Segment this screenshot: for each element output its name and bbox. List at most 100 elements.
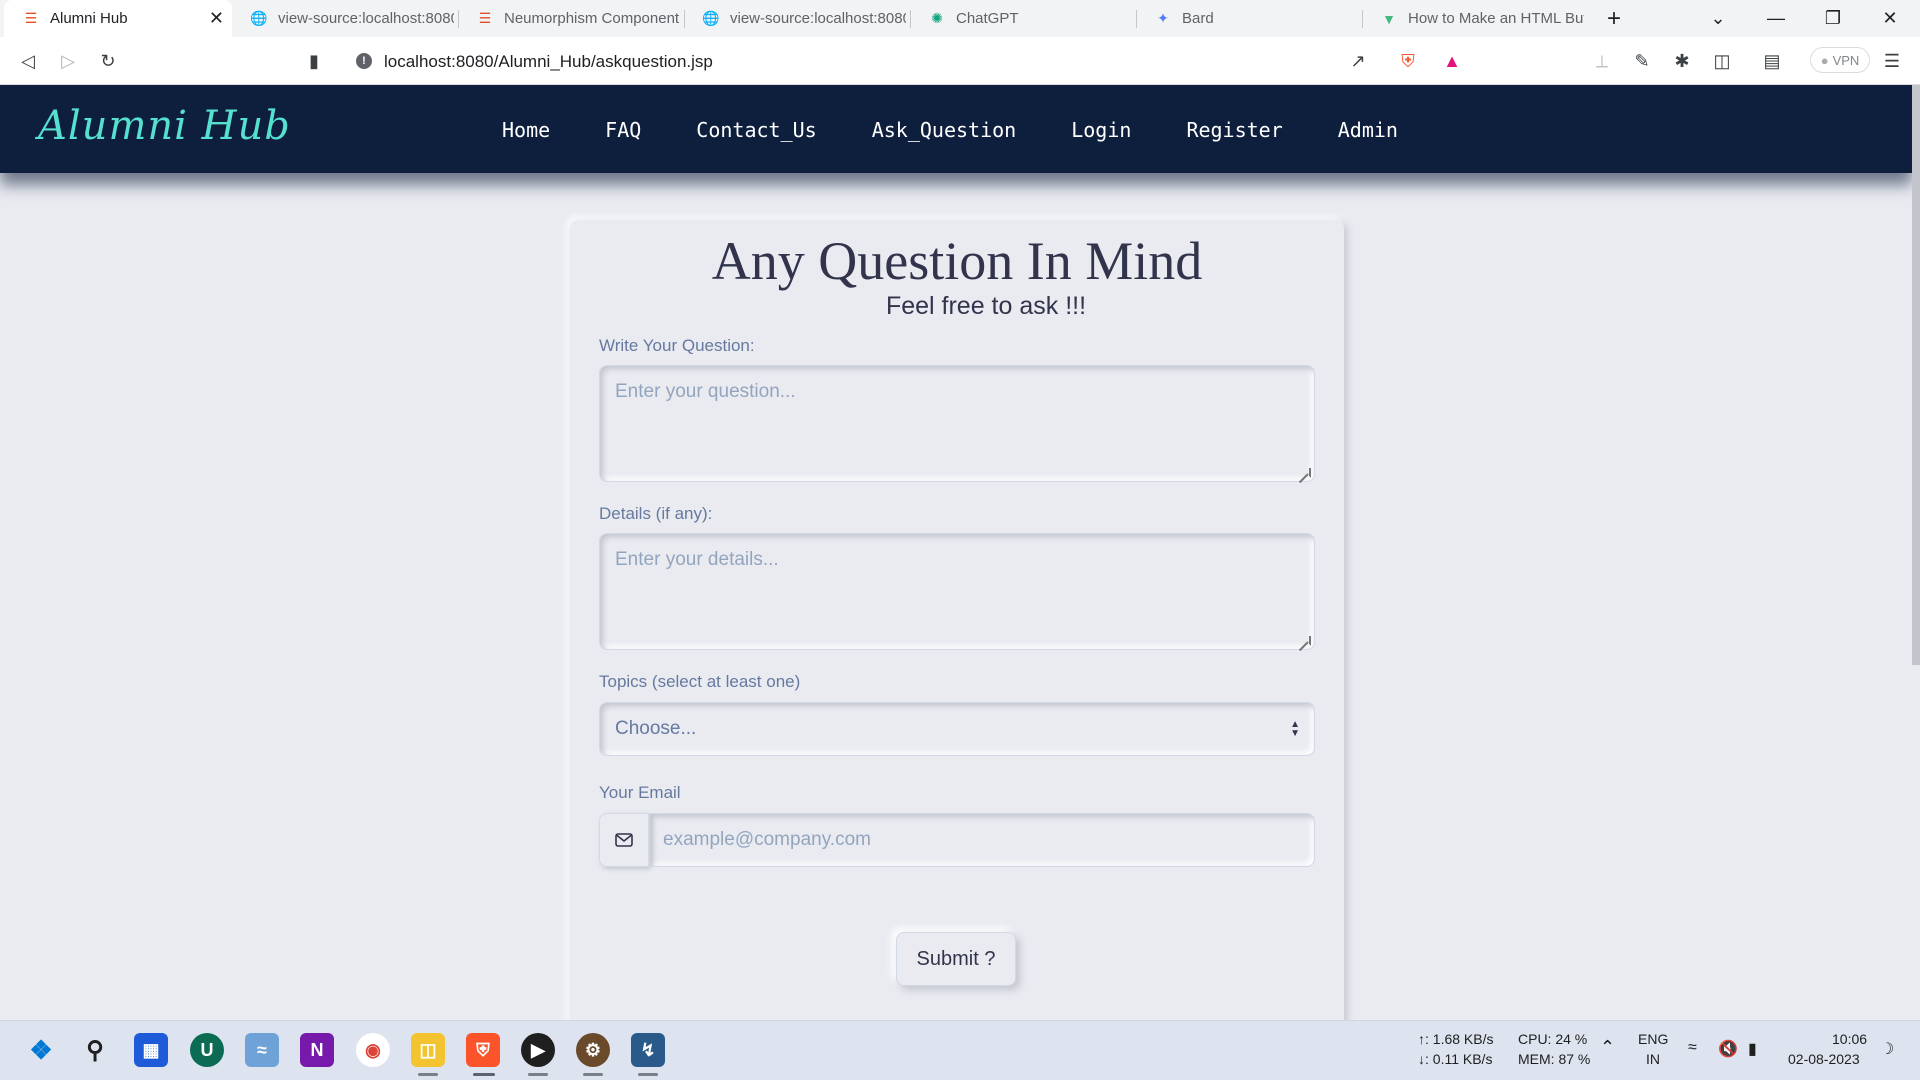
running-indicator [528, 1073, 548, 1076]
active-indicator [473, 1073, 495, 1076]
resize-handle-icon[interactable] [1301, 468, 1311, 478]
tab-alumni-hub[interactable]: ☰ Alumni Hub ✕ [4, 0, 232, 37]
resize-handle-icon[interactable] [1301, 636, 1311, 646]
extensions-icon[interactable]: ✱ [1670, 49, 1694, 73]
chrome-icon[interactable]: ◉ [356, 1033, 390, 1067]
question-textarea[interactable]: Enter your question... [599, 365, 1315, 482]
bookmark-icon[interactable]: ▮ [302, 49, 326, 73]
address-bar[interactable]: ! localhost:8080/Alumni_Hub/askquestion.… [342, 43, 1476, 79]
clock-time[interactable]: 10:06 [1832, 1031, 1867, 1047]
brave-shields-icon[interactable]: ⛨ [1396, 49, 1420, 73]
vpn-label: VPN [1832, 52, 1860, 68]
tab-chatgpt[interactable]: ✺ ChatGPT [910, 0, 1136, 37]
globe-icon: 🌐 [250, 10, 268, 26]
tray-chevron-up-icon[interactable]: ⌃ [1600, 1037, 1615, 1058]
search-icon[interactable]: ⚲ [78, 1033, 112, 1067]
nav-links: Home FAQ Contact_Us Ask_Question Login R… [502, 118, 1453, 142]
microsoft-store-icon[interactable]: ▦ [134, 1033, 168, 1067]
cpu-usage: CPU: 24 % [1518, 1031, 1588, 1047]
ask-question-card: Any Question In Mind Feel free to ask !!… [570, 220, 1344, 1020]
region-indicator[interactable]: IN [1646, 1051, 1660, 1067]
page-viewport: Alumni Hub Home FAQ Contact_Us Ask_Quest… [0, 85, 1920, 1020]
nav-contact-us[interactable]: Contact_Us [696, 118, 816, 142]
reload-icon[interactable]: ↻ [96, 49, 120, 73]
email-label: Your Email [599, 783, 681, 802]
details-textarea[interactable]: Enter your details... [599, 533, 1315, 650]
focus-moon-icon[interactable]: ☽ [1880, 1039, 1894, 1059]
onenote-icon[interactable]: N [300, 1033, 334, 1067]
battery-icon[interactable]: ▮ [1748, 1039, 1757, 1059]
topics-selected-value: Choose... [615, 718, 697, 739]
volume-muted-icon[interactable]: 🔇 [1718, 1039, 1738, 1059]
windows-taskbar: ❖ ⚲ ▦ U ≈ N ◉ ◫ ⛨ ▶ ⚙ ↯ ↑: 1.68 KB/s ↓: … [0, 1020, 1920, 1080]
email-placeholder: example@company.com [663, 829, 871, 850]
media-player-icon[interactable]: ▶ [521, 1033, 555, 1067]
back-icon[interactable]: ◁ [16, 49, 40, 73]
tab-bard[interactable]: ✦ Bard [1136, 0, 1362, 37]
upwork-icon[interactable]: U [190, 1033, 224, 1067]
details-label: Details (if any): [599, 504, 713, 523]
nav-ask-question[interactable]: Ask_Question [872, 118, 1017, 142]
memory-usage: MEM: 87 % [1518, 1051, 1591, 1067]
site-navbar: Alumni Hub Home FAQ Contact_Us Ask_Quest… [0, 85, 1912, 173]
eyedropper-icon[interactable]: ✎ [1630, 49, 1654, 73]
minimize-button[interactable]: — [1748, 0, 1804, 37]
share-icon[interactable]: ↗ [1346, 49, 1370, 73]
bard-icon: ✦ [1157, 10, 1169, 26]
nav-admin[interactable]: Admin [1338, 118, 1398, 142]
page-scrollbar[interactable] [1912, 85, 1920, 1020]
envelope-icon [599, 813, 649, 867]
browser-toolbar: ◁ ▷ ↻ ▮ ! localhost:8080/Alumni_Hub/askq… [0, 37, 1920, 85]
running-indicator [583, 1073, 603, 1076]
windows-start-icon[interactable]: ❖ [24, 1033, 58, 1067]
page-subtitle: Feel free to ask !!! [885, 292, 1087, 320]
nav-home[interactable]: Home [502, 118, 550, 142]
page-title: Any Question In Mind [711, 231, 1203, 291]
performance-monitor-icon[interactable]: ≈ [245, 1033, 279, 1067]
email-input[interactable]: example@company.com [649, 813, 1315, 867]
nav-faq[interactable]: FAQ [605, 118, 641, 142]
close-window-button[interactable]: ✕ [1862, 0, 1918, 37]
select-arrows-icon: ▲ ▼ [1290, 719, 1300, 739]
restore-button[interactable]: ❐ [1805, 0, 1861, 37]
tab-html-button[interactable]: ▼ How to Make an HTML But [1362, 0, 1588, 37]
wifi-icon[interactable]: ≈ [1688, 1039, 1697, 1057]
new-tab-button[interactable]: + [1586, 0, 1642, 37]
site-info-icon[interactable]: ! [356, 53, 372, 69]
question-placeholder: Enter your question... [615, 381, 796, 402]
running-indicator [418, 1073, 438, 1076]
html5-icon: ☰ [24, 10, 38, 26]
reader-icon[interactable]: ⟂ [1590, 49, 1614, 73]
nav-login[interactable]: Login [1071, 118, 1131, 142]
close-tab-icon[interactable]: ✕ [209, 8, 224, 29]
tomcat-icon[interactable]: ⚙ [576, 1033, 610, 1067]
vpn-button[interactable]: ● VPN [1810, 47, 1870, 73]
mysql-workbench-icon[interactable]: ↯ [631, 1033, 665, 1067]
topics-label: Topics (select at least one) [599, 672, 801, 691]
url-text[interactable]: localhost:8080/Alumni_Hub/askquestion.js… [384, 52, 713, 72]
network-upload-speed: ↑: 1.68 KB/s [1418, 1031, 1494, 1047]
site-brand-logo[interactable]: Alumni Hub [38, 103, 291, 149]
brave-browser-icon[interactable]: ⛨ [466, 1033, 500, 1067]
wallet-icon[interactable]: ▤ [1760, 49, 1784, 73]
forward-icon[interactable]: ▷ [56, 49, 80, 73]
file-explorer-icon[interactable]: ◫ [411, 1033, 445, 1067]
tab-search-chevron-icon[interactable]: ⌄ [1690, 0, 1746, 37]
tab-neumorphism[interactable]: ☰ Neumorphism Component [458, 0, 684, 37]
brave-rewards-icon[interactable]: ▲ [1440, 49, 1464, 73]
language-indicator[interactable]: ENG [1638, 1031, 1668, 1047]
menu-icon[interactable]: ☰ [1880, 49, 1904, 73]
topics-select[interactable]: Choose... ▲ ▼ [599, 702, 1315, 756]
scrollbar-thumb[interactable] [1912, 85, 1920, 665]
nav-register[interactable]: Register [1186, 118, 1282, 142]
running-indicator [638, 1073, 658, 1076]
submit-button[interactable]: Submit ? [896, 932, 1016, 986]
vue-icon: ▼ [1382, 10, 1396, 27]
vpn-status-dot-icon: ● [1820, 52, 1829, 68]
tab-view-source-1[interactable]: 🌐 view-source:localhost:8080 [232, 0, 458, 37]
clock-date[interactable]: 02-08-2023 [1788, 1051, 1860, 1067]
question-label: Write Your Question: [599, 336, 755, 355]
browser-tab-bar: ☰ Alumni Hub ✕ 🌐 view-source:localhost:8… [0, 0, 1920, 37]
sidebar-icon[interactable]: ◫ [1710, 49, 1734, 73]
tab-view-source-2[interactable]: 🌐 view-source:localhost:8080 [684, 0, 910, 37]
